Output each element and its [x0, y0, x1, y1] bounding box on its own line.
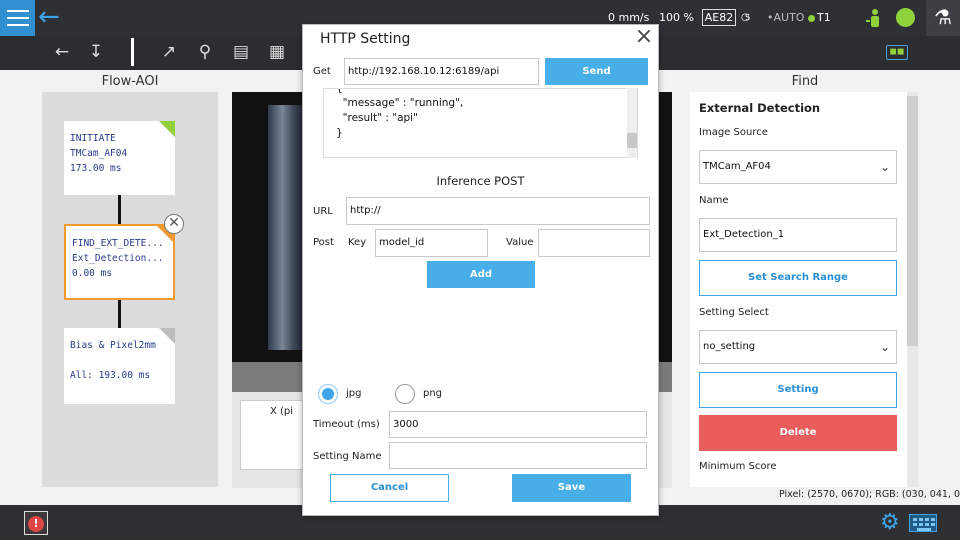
speed-percent: 100 % [659, 11, 694, 24]
flow-connector [118, 300, 121, 328]
menu-icon [7, 10, 29, 12]
back-arrow-icon[interactable]: ← [38, 4, 66, 32]
tool-label: T1 [817, 11, 831, 24]
response-scrollbar-thumb[interactable] [627, 133, 637, 148]
get-label: Get [313, 66, 331, 77]
chevron-down-icon: ⌄ [879, 340, 890, 354]
cancel-button[interactable]: Cancel [330, 474, 449, 502]
timeout-label: Timeout (ms) [313, 419, 380, 430]
flow-connector [118, 195, 121, 224]
import-icon[interactable]: ↧ [84, 40, 108, 64]
jpg-radio[interactable] [318, 384, 338, 404]
gear-icon[interactable]: ⚙ [880, 511, 900, 535]
setting-select-label: Setting Select [699, 307, 769, 318]
tool-status-dot [808, 15, 815, 22]
mode-label: AUTO [773, 11, 805, 24]
layers-icon[interactable]: ▤ [229, 40, 253, 64]
value-field[interactable] [538, 229, 650, 257]
camera-icon[interactable]: ◼◼ [886, 45, 908, 60]
grid-icon[interactable]: ▦ [265, 40, 289, 64]
arrow-left-icon[interactable]: ← [50, 40, 74, 64]
tool-icon[interactable]: ⚗ [926, 0, 960, 36]
trend-icon[interactable]: ↗ [157, 40, 181, 64]
send-button[interactable]: Send [545, 58, 648, 85]
png-radio[interactable] [395, 384, 415, 404]
save-button[interactable]: Save [512, 474, 631, 502]
setting-button[interactable]: Setting [699, 372, 897, 408]
setting-select[interactable]: no_setting ⌄ [699, 330, 897, 364]
setting-name-label: Setting Name [313, 451, 382, 462]
status-circle-icon[interactable] [896, 8, 915, 27]
set-search-range-button[interactable]: Set Search Range [699, 260, 897, 296]
timeout-field[interactable]: 3000 [389, 411, 647, 438]
get-url-field[interactable]: http://192.168.10.12:6189/api [344, 58, 539, 85]
s-mode-label: S [745, 13, 751, 22]
flow-title: Flow-AOI [101, 74, 159, 89]
toolbar-divider [131, 38, 134, 66]
setting-name-field[interactable] [389, 442, 647, 469]
name-field[interactable]: Ext_Detection_1 [699, 218, 897, 252]
add-button[interactable]: Add [427, 261, 535, 288]
table-header-x: X (pi [270, 406, 294, 417]
url-label: URL [313, 206, 333, 217]
close-icon[interactable]: ✕ [164, 214, 184, 234]
png-label: png [423, 388, 443, 399]
section-title: External Detection [699, 101, 821, 115]
response-box[interactable]: { "message" : "running", "result" : "api… [323, 88, 638, 158]
find-scrollbar-thumb[interactable] [907, 96, 918, 346]
menu-button[interactable] [0, 0, 35, 36]
pin-icon[interactable]: ⚲ [193, 40, 217, 64]
url-field[interactable]: http:// [346, 197, 650, 225]
post-label: Post [313, 237, 334, 248]
delete-button[interactable]: Delete [699, 415, 897, 451]
keyboard-icon[interactable] [909, 514, 937, 532]
error-code-badge[interactable]: AE82 [702, 9, 736, 26]
jpg-label: jpg [346, 388, 362, 399]
flow-node-bias-pixel2mm[interactable]: Bias & Pixel2mm All: 193.00 ms [64, 328, 175, 404]
value-label: Value [506, 237, 534, 248]
alert-button[interactable]: ! [24, 511, 48, 535]
minimum-score-label: Minimum Score [699, 461, 777, 472]
alert-icon: ! [28, 516, 44, 532]
flow-node-initiate[interactable]: INITIATE TMCam_AF04 173.00 ms [64, 121, 175, 195]
dialog-title: HTTP Setting [320, 31, 411, 47]
key-label: Key [348, 237, 367, 248]
image-source-select[interactable]: TMCam_AF04 ⌄ [699, 150, 897, 184]
pixel-info: Pixel: (2570, 0670); RGB: (030, 041, 030… [779, 489, 960, 500]
camera-image-content [268, 105, 304, 350]
person-icon [866, 9, 879, 27]
inference-post-title: Inference POST [436, 174, 525, 188]
flow-node-find-ext-detection[interactable]: FIND_EXT_DETE... Ext_Detection... 0.00 m… [64, 224, 175, 300]
image-source-label: Image Source [699, 127, 768, 138]
close-icon[interactable]: × [634, 26, 654, 48]
name-label: Name [699, 195, 729, 206]
chevron-down-icon: ⌄ [879, 160, 890, 174]
key-field[interactable]: model_id [375, 229, 488, 257]
find-title: Find [791, 74, 819, 89]
